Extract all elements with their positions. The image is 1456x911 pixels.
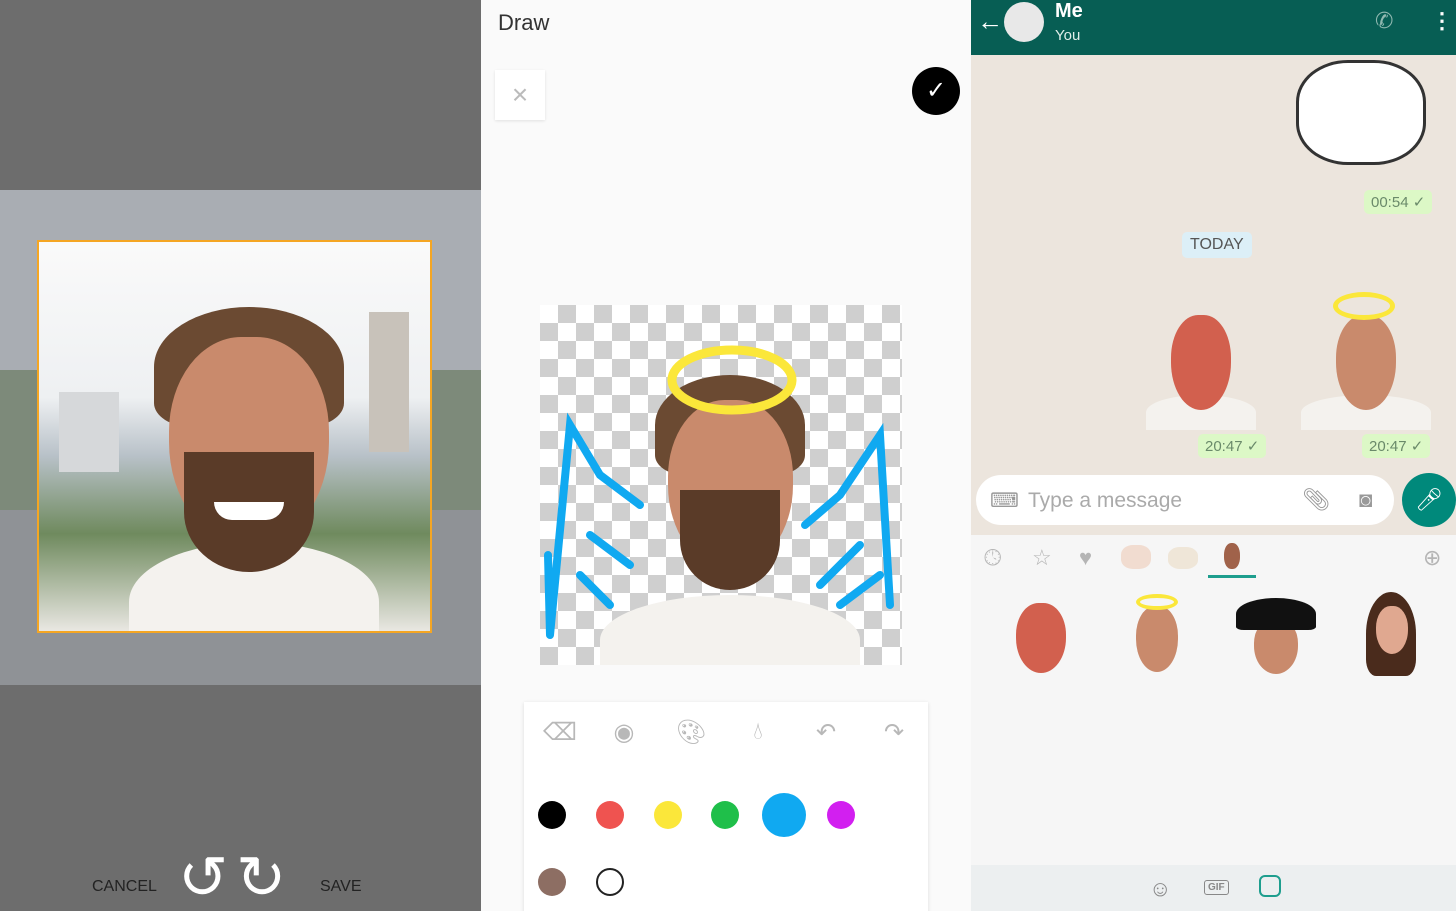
chat-screen: ← Me You ✆ ⋮ 00:54 ✓ TODAY 20:47 ✓ 20:47… bbox=[971, 0, 1456, 911]
drawing-canvas[interactable] bbox=[540, 305, 902, 665]
color-green[interactable] bbox=[711, 801, 739, 829]
color-black[interactable] bbox=[538, 801, 566, 829]
mic-button[interactable]: 🎤︎ bbox=[1402, 473, 1456, 527]
palette-icon[interactable]: 🎨︎ bbox=[676, 718, 706, 747]
keyboard-icon[interactable]: ⌨ bbox=[990, 488, 1019, 513]
color-brown[interactable] bbox=[538, 868, 566, 896]
back-arrow-icon[interactable]: ← bbox=[977, 6, 1003, 37]
color-white[interactable] bbox=[596, 868, 624, 896]
sticker-pack-custom[interactable] bbox=[1224, 543, 1240, 569]
date-divider: TODAY bbox=[1182, 232, 1252, 258]
drawing-strokes bbox=[544, 345, 894, 639]
message-timestamp: 20:47 ✓ bbox=[1198, 434, 1267, 458]
rotate-left-icon[interactable]: ↺ bbox=[178, 848, 228, 908]
close-button[interactable]: × bbox=[495, 70, 545, 120]
eraser-icon[interactable]: ⌫ bbox=[543, 718, 577, 747]
color-purple[interactable] bbox=[827, 801, 855, 829]
message-input[interactable]: ⌨ Type a message 📎︎ ◙ bbox=[976, 475, 1394, 525]
sticker-message-angel[interactable] bbox=[1291, 290, 1441, 430]
check-icon: ✓ bbox=[925, 77, 947, 104]
undo-icon[interactable]: ↶ bbox=[811, 718, 841, 747]
rotate-right-icon[interactable]: ↻ bbox=[236, 848, 286, 908]
avatar[interactable] bbox=[1004, 2, 1044, 42]
attach-icon[interactable]: 📎︎ bbox=[1302, 487, 1330, 513]
color-yellow[interactable] bbox=[654, 801, 682, 829]
cancel-button[interactable]: CANCEL bbox=[92, 878, 157, 896]
brush-size-icon[interactable]: ◉ bbox=[609, 718, 639, 747]
sticker-angel[interactable] bbox=[1116, 592, 1196, 676]
sticker-pirate[interactable] bbox=[1236, 598, 1316, 674]
sticker-tab-icon[interactable] bbox=[1259, 875, 1281, 897]
more-options-icon[interactable]: ⋮ bbox=[1431, 8, 1453, 34]
draw-screen: Draw × ✓ ⌫ ◉ 🎨︎ 💧︎ ↶ ↷ bbox=[481, 0, 971, 911]
mic-icon: 🎤︎ bbox=[1415, 487, 1443, 512]
confirm-button[interactable]: ✓ bbox=[912, 67, 960, 115]
close-icon: × bbox=[511, 79, 529, 110]
redo-icon[interactable]: ↷ bbox=[879, 718, 909, 747]
emoji-tab-icon[interactable]: ☺ bbox=[1149, 876, 1171, 902]
sticker-devil[interactable] bbox=[1006, 598, 1076, 676]
save-button[interactable]: SAVE bbox=[320, 878, 362, 896]
message-timestamp: 00:54 ✓ bbox=[1364, 190, 1433, 214]
opacity-icon[interactable]: 💧︎ bbox=[743, 718, 773, 746]
color-red[interactable] bbox=[596, 801, 624, 829]
crop-screen: CANCEL ↺ ↻ SAVE bbox=[0, 0, 481, 911]
color-blue-selected[interactable] bbox=[762, 793, 806, 837]
contact-name[interactable]: Me bbox=[1055, 0, 1083, 23]
message-placeholder: Type a message bbox=[1028, 489, 1183, 512]
add-call-icon[interactable]: ✆ bbox=[1375, 8, 1393, 34]
bottom-tab-bar: ☺ GIF bbox=[971, 865, 1456, 911]
sticker-pack-devil-cup[interactable] bbox=[1121, 545, 1151, 569]
star-icon[interactable]: ☆ bbox=[1032, 545, 1052, 571]
contact-status: You bbox=[1055, 27, 1081, 44]
gif-tab[interactable]: GIF bbox=[1204, 880, 1229, 895]
message-timestamp: 20:47 ✓ bbox=[1362, 434, 1431, 458]
crop-box[interactable] bbox=[37, 240, 432, 633]
sticker-message-cup[interactable] bbox=[1296, 60, 1426, 165]
sticker-woman[interactable] bbox=[1356, 592, 1436, 676]
camera-icon[interactable]: ◙ bbox=[1359, 487, 1372, 513]
favorites-icon[interactable]: ♥ bbox=[1079, 545, 1092, 571]
page-title: Draw bbox=[498, 10, 550, 35]
sticker-tray bbox=[971, 535, 1456, 865]
add-pack-icon[interactable]: ⊕ bbox=[1423, 545, 1441, 571]
recent-icon[interactable]: 🕓︎ bbox=[984, 545, 1001, 571]
sticker-pack-cup[interactable] bbox=[1168, 547, 1198, 569]
sticker-message-devil[interactable] bbox=[1146, 300, 1256, 430]
chat-header: ← Me You ✆ ⋮ bbox=[971, 0, 1456, 55]
